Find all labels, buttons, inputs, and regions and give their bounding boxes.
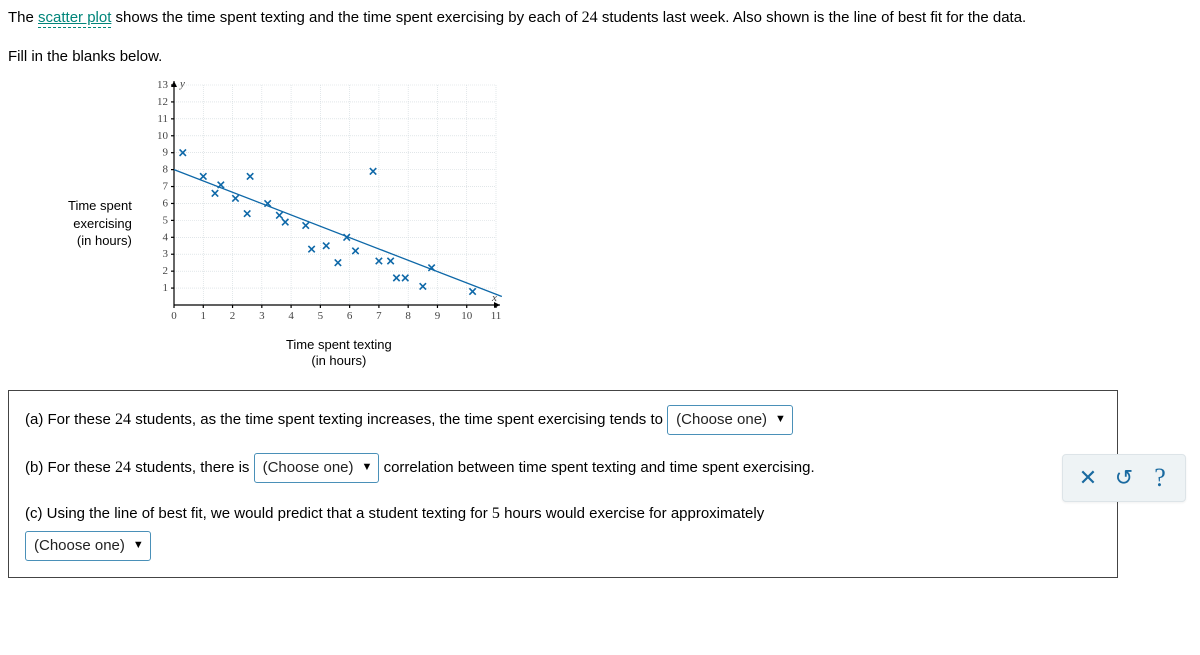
close-button[interactable]: ✕ bbox=[1071, 461, 1105, 495]
intro-line-1: The scatter plot shows the time spent te… bbox=[8, 6, 1192, 30]
side-toolbar: ✕ ↺ ? bbox=[1062, 454, 1186, 502]
svg-text:6: 6 bbox=[347, 310, 353, 322]
chart-block: Time spent exercising (in hours) 0123456… bbox=[68, 77, 1192, 371]
svg-text:12: 12 bbox=[157, 95, 168, 107]
svg-text:10: 10 bbox=[157, 129, 169, 141]
svg-text:11: 11 bbox=[491, 310, 502, 322]
svg-text:3: 3 bbox=[162, 248, 168, 260]
svg-text:y: y bbox=[179, 78, 185, 90]
svg-text:1: 1 bbox=[162, 282, 168, 294]
svg-text:8: 8 bbox=[405, 310, 411, 322]
chevron-down-icon: ▼ bbox=[362, 459, 373, 477]
svg-text:4: 4 bbox=[162, 231, 168, 243]
dropdown-b[interactable]: (Choose one)▼ bbox=[254, 453, 380, 483]
svg-text:7: 7 bbox=[376, 310, 382, 322]
svg-text:1: 1 bbox=[200, 310, 206, 322]
chevron-down-icon: ▼ bbox=[133, 537, 144, 555]
questions-box: (a) For these 24 students, as the time s… bbox=[8, 390, 1118, 578]
svg-text:9: 9 bbox=[162, 146, 168, 158]
question-b: (b) For these 24 students, there is (Cho… bbox=[25, 453, 1101, 483]
svg-text:2: 2 bbox=[162, 265, 168, 277]
svg-text:8: 8 bbox=[162, 163, 168, 175]
x-axis-label: Time spent texting (in hours) bbox=[144, 337, 504, 371]
svg-text:2: 2 bbox=[230, 310, 236, 322]
y-axis-label: Time spent exercising (in hours) bbox=[68, 197, 144, 250]
dropdown-c[interactable]: (Choose one)▼ bbox=[25, 531, 151, 561]
intro-mid1: shows the time spent texting and the tim… bbox=[111, 9, 581, 26]
chevron-down-icon: ▼ bbox=[775, 411, 786, 429]
reset-button[interactable]: ↺ bbox=[1107, 461, 1141, 495]
intro-prefix: The bbox=[8, 9, 38, 26]
svg-text:6: 6 bbox=[162, 197, 168, 209]
svg-text:5: 5 bbox=[162, 214, 168, 226]
help-icon: ? bbox=[1154, 463, 1166, 493]
svg-text:3: 3 bbox=[259, 310, 265, 322]
svg-text:13: 13 bbox=[157, 79, 169, 91]
intro-line-2: Fill in the blanks below. bbox=[8, 46, 1192, 69]
svg-text:7: 7 bbox=[162, 180, 168, 192]
reset-icon: ↺ bbox=[1115, 465, 1133, 491]
svg-text:0: 0 bbox=[171, 310, 177, 322]
question-a: (a) For these 24 students, as the time s… bbox=[25, 405, 1101, 435]
svg-text:5: 5 bbox=[317, 310, 323, 322]
scatter-plot-link[interactable]: scatter plot bbox=[38, 9, 111, 28]
intro-count: 24 bbox=[582, 9, 598, 26]
intro-mid2: students last week. Also shown is the li… bbox=[598, 9, 1027, 26]
svg-text:9: 9 bbox=[435, 310, 441, 322]
scatter-plot-chart: 0123456789101112345678910111213yx bbox=[144, 77, 504, 329]
svg-text:11: 11 bbox=[157, 112, 168, 124]
question-c: (c) Using the line of best fit, we would… bbox=[25, 501, 1101, 561]
help-button[interactable]: ? bbox=[1143, 461, 1177, 495]
close-icon: ✕ bbox=[1079, 465, 1097, 491]
svg-text:4: 4 bbox=[288, 310, 294, 322]
svg-text:10: 10 bbox=[461, 310, 473, 322]
dropdown-a[interactable]: (Choose one)▼ bbox=[667, 405, 793, 435]
